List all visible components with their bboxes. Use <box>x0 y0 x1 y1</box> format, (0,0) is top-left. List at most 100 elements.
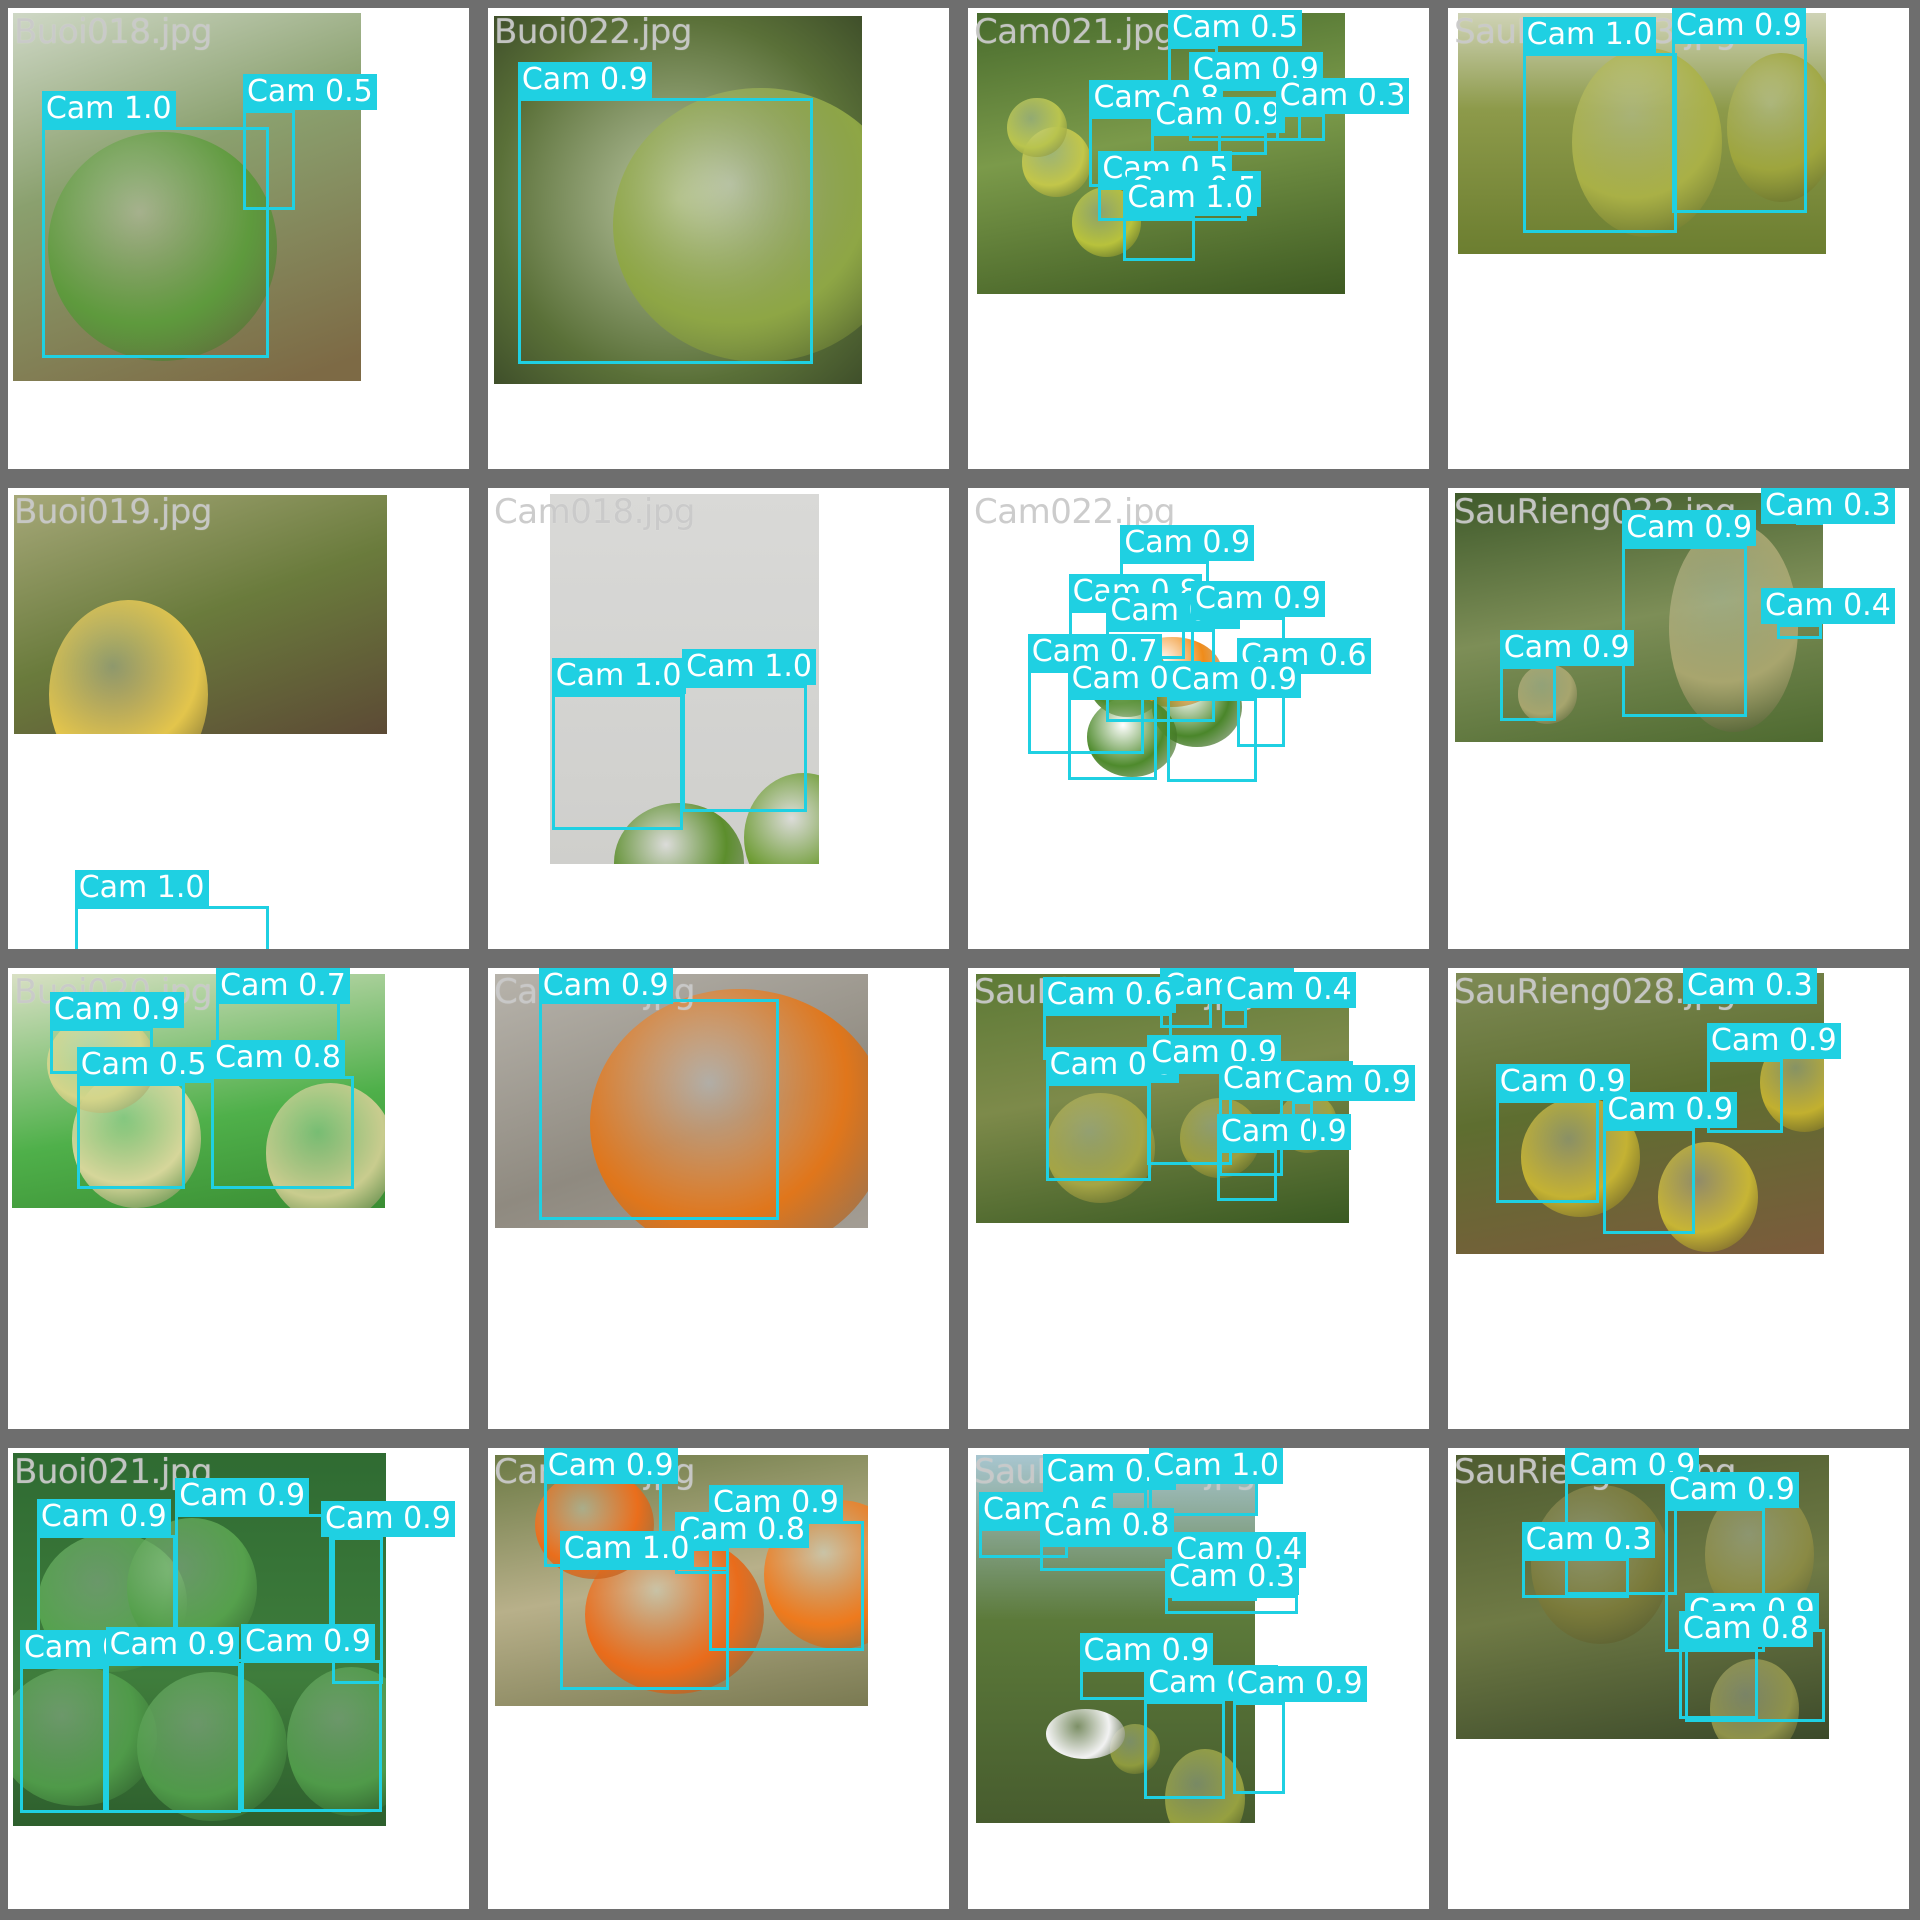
result-tile: Cam022.jpg Cam 0.9 Cam 0.8 Cam 0.7 Cam 0.9 Ca… <box>968 488 1429 949</box>
result-tile: Cam021.jpgCam 0.5Cam 0.9Cam 0.8Cam 0.9Ca… <box>968 8 1429 469</box>
detection-label: Cam 1.0 <box>551 658 686 695</box>
detection-label: Cam 0.6 <box>1042 976 1177 1013</box>
detection-label: Cam 0.9 <box>1665 1471 1799 1508</box>
detection-box <box>551 694 684 830</box>
detection-label: Cam 0.3 <box>1682 968 1817 1004</box>
detection-label: Cam 0.9 <box>1499 630 1634 667</box>
detection-label: Cam 1.0 <box>1522 16 1657 53</box>
detection-box <box>517 97 813 365</box>
detection-label: Cam 0.9 <box>1706 1022 1841 1059</box>
detection-box <box>1603 1128 1695 1234</box>
detection-label: Cam 1.0 <box>1149 1448 1284 1484</box>
detection-label: Cam 0.9 <box>1167 662 1301 699</box>
result-tile: Buoi019.jpg Cam 1.0 <box>8 488 469 949</box>
detection-box <box>1275 113 1326 142</box>
result-tile: Buoi021.jpg Cam 0.9 Cam 0.9 Cam 0.9 Cam 0.8 C… <box>8 1448 469 1909</box>
detection-box <box>1291 1101 1314 1145</box>
result-tile: SauRieng025.jpgCam 0.9Cam 1.0Cam 0.6Cam … <box>968 1448 1429 1909</box>
detection-box <box>1216 1150 1277 1201</box>
detection-label: Cam 1.0 <box>74 870 209 907</box>
detection-box <box>74 906 269 949</box>
detection-label: Cam 0.9 <box>240 1624 375 1661</box>
detection-label: Cam 0.9 <box>1079 1633 1214 1670</box>
detection-label: Cam 0.3 <box>1275 77 1410 114</box>
image-filename: Cam018.jpg <box>494 492 696 532</box>
detection-label: Cam 0.9 <box>36 1498 171 1535</box>
detection-label: Cam 0.9 <box>1622 509 1757 546</box>
detection-box <box>1144 1700 1225 1800</box>
detection-label: Cam 0.9 <box>105 1627 240 1664</box>
detection-box <box>1165 1595 1298 1615</box>
detection-box <box>538 998 779 1220</box>
detection-label: Cam 1.0 <box>41 91 176 128</box>
detection-box <box>559 1567 729 1690</box>
detection-box <box>1167 698 1257 782</box>
image-filename: Buoi018.jpg <box>14 12 212 52</box>
detection-label: Cam 0.3 <box>1761 488 1895 524</box>
detection-label: Cam 0.9 <box>1151 97 1286 134</box>
detection-box <box>1522 52 1677 233</box>
detection-box <box>1672 37 1808 214</box>
fruit-shape <box>1006 97 1067 158</box>
fruit-shape <box>48 599 209 734</box>
detection-label: Cam 0.5 <box>1168 9 1302 46</box>
detection-label: Cam 0.8 <box>1039 1507 1174 1544</box>
detection-label: Cam 0.9 <box>321 1500 455 1537</box>
fruit-shape <box>1045 1708 1126 1759</box>
detection-label: Cam 1.0 <box>559 1531 694 1568</box>
result-tile: Buoi022.jpg Cam 0.9 <box>488 8 949 469</box>
detection-box <box>240 1660 383 1813</box>
detection-label: Cam 0.3 <box>1165 1559 1299 1596</box>
result-tile: Cam019.jpgCam 0.9 <box>488 968 949 1429</box>
detection-box <box>1045 1082 1152 1182</box>
detection-label: Cam 0.9 <box>517 61 652 98</box>
detection-box <box>1495 1100 1600 1203</box>
detection-label: Cam 0.8 <box>1678 1611 1813 1648</box>
detection-label: Cam 0.9 <box>1281 1065 1415 1102</box>
detection-label: Cam 0.4 <box>1221 971 1356 1008</box>
image-filename: Buoi022.jpg <box>494 12 692 52</box>
detection-label: Cam 0.5 <box>76 1047 211 1084</box>
detection-label: Cam 0.9 <box>1216 1114 1351 1151</box>
detection-box <box>1776 624 1823 640</box>
detection-label: Cam 0.8 <box>675 1511 809 1548</box>
detection-label: Cam 0.8 <box>211 1039 345 1076</box>
result-tile: Buoi018.jpg Cam 1.0 Cam 0.5 <box>8 8 469 469</box>
result-tile: Cam020.jpgCam 0.9Cam 0.9Cam 0.8Cam 1.0 <box>488 1448 949 1909</box>
detection-grid: Buoi018.jpg Cam 1.0 Cam 0.5 Buoi022.jpg Cam … <box>0 0 1920 1920</box>
detection-box <box>682 685 807 812</box>
detection-box <box>1499 666 1556 721</box>
detection-box <box>1221 1007 1247 1028</box>
detection-label: Cam 0.4 <box>1761 588 1895 625</box>
detection-label: Cam 1.0 <box>682 649 816 686</box>
detection-box <box>1232 1701 1285 1795</box>
detection-label: Cam 0.9 <box>1120 524 1255 561</box>
detection-label: Cam 0.9 <box>1232 1665 1367 1702</box>
detection-box <box>19 1666 106 1814</box>
detection-label: Cam 0.7 <box>216 968 350 1004</box>
detection-box <box>76 1083 186 1190</box>
detection-label: Cam 0.9 <box>49 991 184 1028</box>
detection-label: Cam 0.9 <box>543 1448 678 1484</box>
detection-box <box>1067 697 1158 780</box>
result-tile: Buoi020.jpgCam 0.7Cam 0.9Cam 0.5Cam 0.8 <box>8 968 469 1429</box>
detection-box <box>1039 1543 1178 1572</box>
result-tile: SauRieng029.jpgCam 0.9Cam 0.3Cam 0.9Cam … <box>1448 1448 1909 1909</box>
detection-box <box>41 127 269 359</box>
detection-box <box>211 1075 355 1190</box>
detection-box <box>242 109 295 211</box>
detection-box <box>105 1663 241 1814</box>
detection-label: Cam 0.3 <box>1521 1521 1656 1558</box>
result-tile: SauRieng028.jpg Cam 0.3 Cam 0.9 Cam 0.9 Cam … <box>1448 968 1909 1429</box>
detection-label: Cam 1.0 <box>1123 180 1258 217</box>
detection-label: Cam 0.5 <box>242 73 377 110</box>
image-filename: Cam021.jpg <box>974 12 1176 52</box>
result-tile: SauRieng023.jpgCam 1.0Cam 0.9 <box>1448 8 1909 469</box>
detection-label: Cam 0.9 <box>175 1477 310 1514</box>
detection-box <box>1622 545 1747 717</box>
detection-box <box>1678 1647 1758 1719</box>
detection-label: Cam 0.9 <box>1603 1092 1738 1129</box>
image-filename: Buoi019.jpg <box>14 492 212 532</box>
result-tile: SauRieng024.jpgCam 0.4Cam 0.4Cam 0.6Cam … <box>968 968 1429 1429</box>
result-tile: SauRieng022.jpg Cam 0.3 Cam 0.9 Cam 0.4 Cam … <box>1448 488 1909 949</box>
